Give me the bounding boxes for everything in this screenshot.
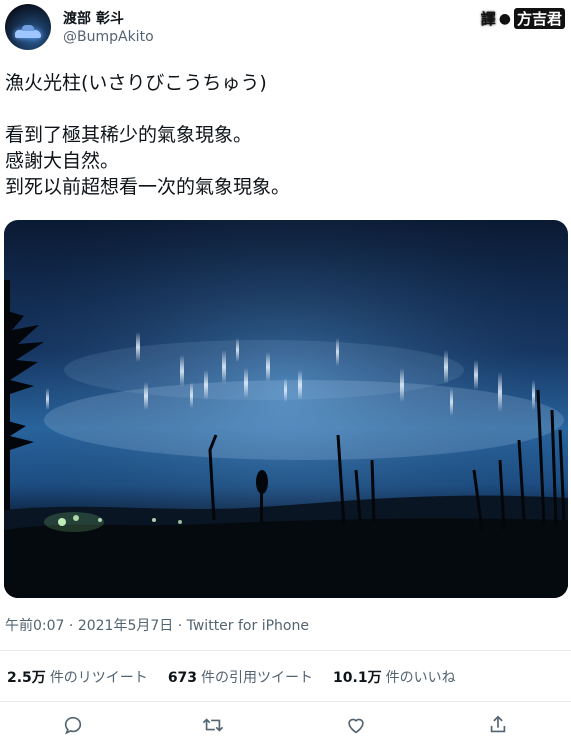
tweet-photo[interactable] (4, 220, 568, 598)
tweet-line: 看到了極其稀少的氣象現象。 (5, 124, 253, 146)
retweet-button[interactable] (200, 712, 226, 738)
tweet-title-line: 漁火光柱(いさりびこうちゅう) (5, 72, 267, 94)
like-count[interactable]: 10.1万 件のいいね (333, 667, 456, 687)
tweet-header: 渡部 彰斗 @BumpAkito 譯 ● 方吉君 (0, 0, 571, 60)
tweet-time[interactable]: 午前0:07 (5, 618, 64, 634)
light-pillars-image (4, 220, 568, 598)
like-button[interactable] (343, 712, 369, 738)
quote-count[interactable]: 673 件の引用ツイート (168, 667, 313, 687)
tweet-line: 感謝大自然。 (5, 150, 120, 172)
user-handle[interactable]: @BumpAkito (63, 29, 154, 45)
share-icon (490, 715, 506, 733)
retweet-icon (202, 718, 224, 732)
tweet-date[interactable]: 2021年5月7日 (78, 618, 173, 634)
tweet-text: 漁火光柱(いさりびこうちゅう) 看到了極其稀少的氣象現象。 感謝大自然。 到死以… (5, 70, 565, 200)
retweet-count[interactable]: 2.5万 件のリツイート (7, 667, 148, 687)
divider (0, 650, 571, 651)
translator-name: 方吉君 (513, 8, 565, 29)
reply-icon (64, 716, 82, 735)
tweet-stats: 2.5万 件のリツイート 673 件の引用ツイート 10.1万 件のいいね (7, 667, 476, 687)
action-bar (0, 712, 571, 742)
like-icon (348, 718, 364, 734)
share-button[interactable] (485, 712, 511, 738)
tweet-metadata: 午前0:07 · 2021年5月7日 · Twitter for iPhone (5, 618, 309, 634)
display-name[interactable]: 渡部 彰斗 (63, 8, 124, 28)
tweet-source[interactable]: Twitter for iPhone (187, 618, 309, 634)
tweet-line: 到死以前超想看一次的氣象現象。 (5, 176, 291, 198)
translator-mark: 譯 (480, 8, 496, 29)
reply-button[interactable] (60, 712, 86, 738)
avatar[interactable] (5, 4, 51, 50)
divider (0, 701, 571, 702)
translator-watermark: 譯 ● 方吉君 (480, 8, 565, 29)
